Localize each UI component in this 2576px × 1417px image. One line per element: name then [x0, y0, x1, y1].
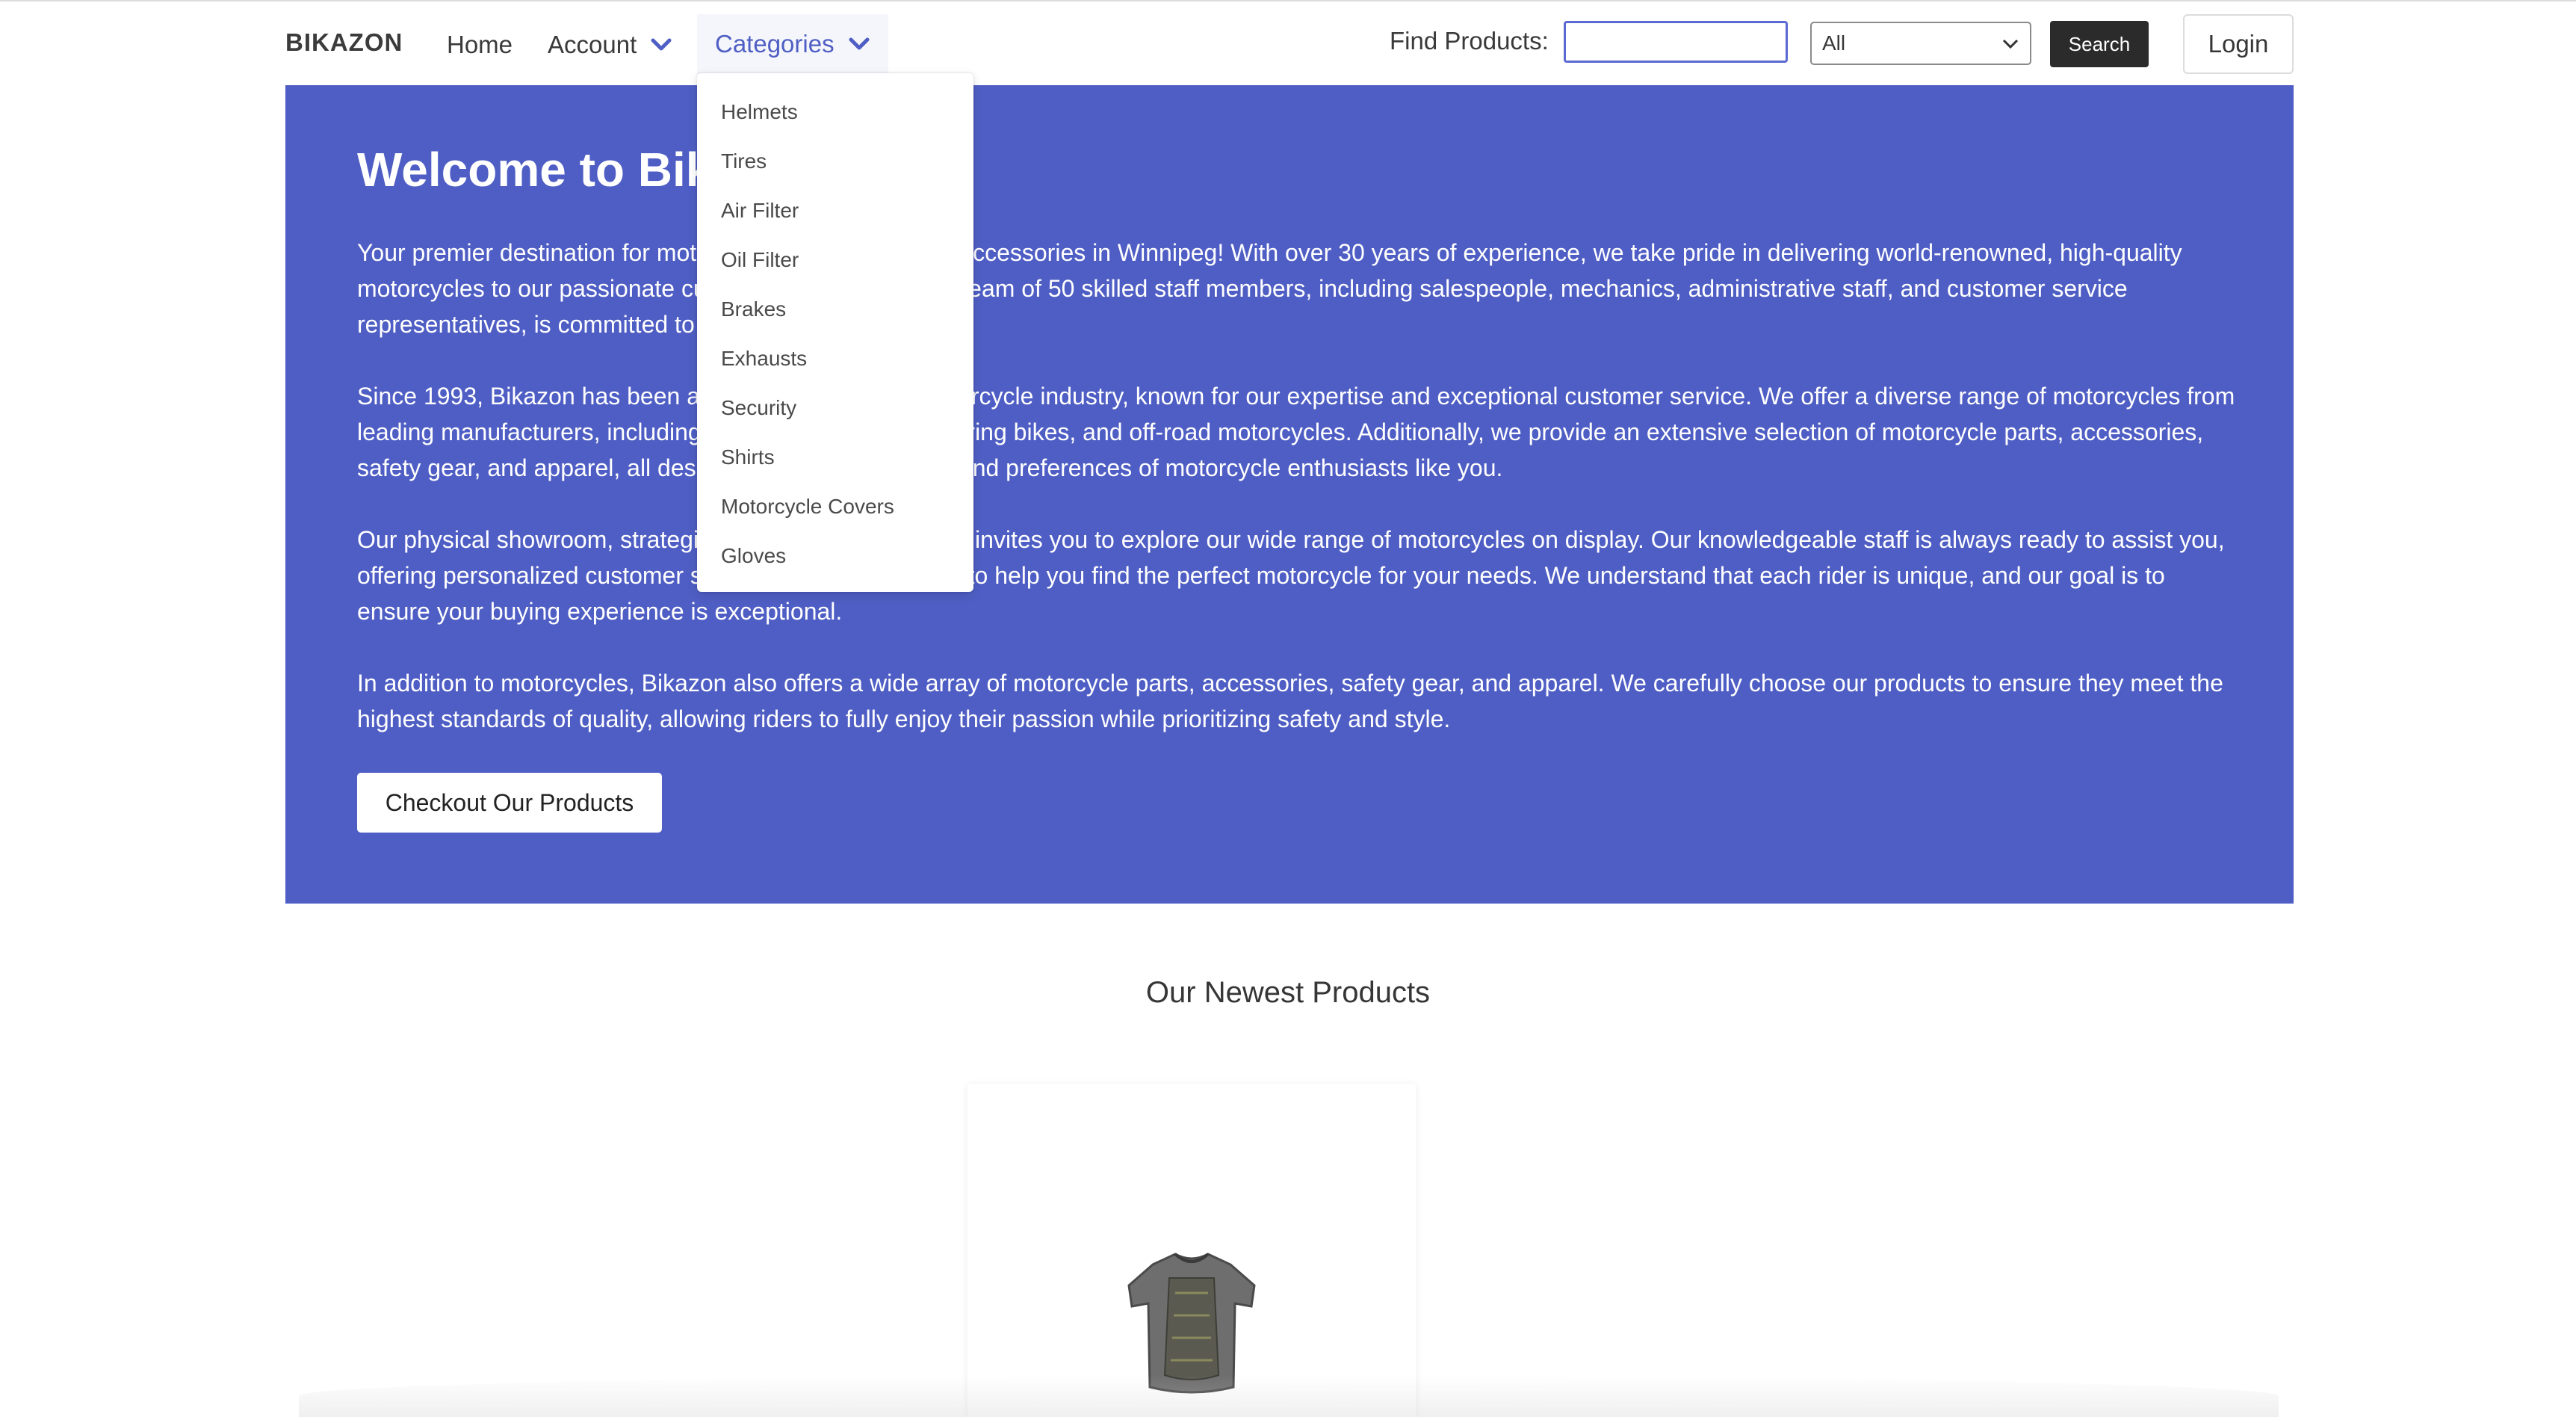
nav-home-label: Home — [447, 31, 513, 58]
dropdown-item-exhausts[interactable]: Exhausts — [721, 347, 807, 371]
search-button[interactable]: Search — [2050, 21, 2149, 67]
chevron-down-icon — [650, 37, 672, 52]
hero-banner: Welcome to Bikazon Your premier destinat… — [285, 85, 2294, 904]
dropdown-item-shirts[interactable]: Shirts — [721, 445, 775, 469]
nav-categories[interactable]: Categories — [697, 14, 888, 74]
dropdown-item-security[interactable]: Security — [721, 396, 796, 420]
dropdown-item-oil-filter[interactable]: Oil Filter — [721, 248, 799, 272]
login-button[interactable]: Login — [2183, 14, 2294, 74]
nav-categories-label: Categories — [715, 30, 835, 58]
dropdown-item-gloves[interactable]: Gloves — [721, 544, 786, 568]
chevron-down-icon — [2001, 31, 2019, 55]
dropdown-item-brakes[interactable]: Brakes — [721, 297, 786, 321]
newest-products-title: Our Newest Products — [1145, 976, 1431, 1009]
nav-account-label: Account — [548, 31, 637, 58]
nav-home[interactable]: Home — [447, 18, 513, 72]
dropdown-item-motorcycle-covers[interactable]: Motorcycle Covers — [721, 495, 894, 519]
hero-paragraph: Your premier destination for motorcycles… — [357, 239, 2182, 338]
hero-paragraph: Our physical showroom, strategically loc… — [357, 526, 2225, 625]
hero-paragraph: Since 1993, Bikazon has been a trusted n… — [357, 383, 2235, 481]
brand-logo[interactable]: BIKAZON — [285, 28, 403, 57]
chevron-down-icon — [848, 37, 870, 52]
dropdown-item-tires[interactable]: Tires — [721, 149, 767, 173]
dropdown-item-air-filter[interactable]: Air Filter — [721, 199, 799, 223]
bottom-shadow — [299, 1375, 2279, 1417]
categories-dropdown-menu: Helmets Tires Air Filter Oil Filter Brak… — [697, 73, 973, 592]
navbar: BIKAZON Home Account Categories Find Pro… — [0, 1, 2576, 85]
search-input[interactable] — [1564, 21, 1788, 63]
nav-account[interactable]: Account — [548, 18, 672, 72]
product-card[interactable] — [967, 1084, 1416, 1417]
checkout-products-button[interactable]: Checkout Our Products — [357, 773, 662, 833]
dropdown-item-helmets[interactable]: Helmets — [721, 100, 798, 124]
hero-paragraph: In addition to motorcycles, Bikazon also… — [357, 670, 2223, 732]
find-products-label: Find Products: — [1390, 27, 1549, 55]
category-select[interactable]: All — [1810, 22, 2031, 65]
category-select-value: All — [1822, 31, 1846, 55]
